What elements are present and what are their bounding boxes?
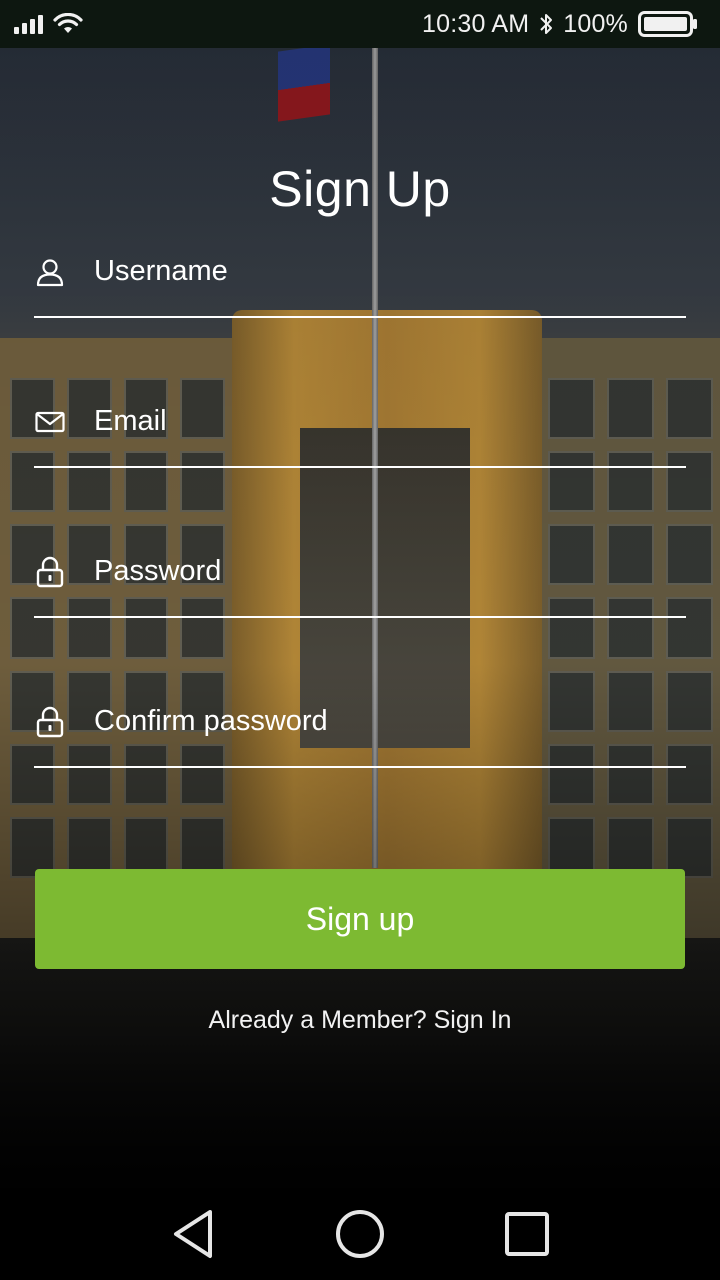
username-field: [34, 248, 686, 318]
status-left: [14, 13, 83, 35]
email-input[interactable]: [94, 398, 674, 444]
battery-icon: [638, 11, 697, 37]
status-bar: 10:30 AM 100%: [0, 0, 720, 48]
back-button[interactable]: [163, 1204, 223, 1264]
clock: 10:30 AM: [422, 9, 530, 38]
page-title: Sign Up: [269, 161, 451, 217]
confirm-password-field: [34, 698, 686, 768]
home-icon: [335, 1210, 384, 1258]
signup-form: Sign Up Username Email Sign up Already a…: [0, 48, 720, 1148]
back-icon: [174, 1210, 213, 1258]
user-icon: [34, 256, 66, 288]
password-input[interactable]: [94, 548, 674, 594]
recents-button[interactable]: [497, 1204, 557, 1264]
lock-icon: [34, 556, 66, 588]
mail-icon: [34, 406, 66, 438]
email-field: [34, 398, 686, 468]
password-field: [34, 548, 686, 618]
recents-icon: [504, 1212, 549, 1256]
wifi-icon: [53, 13, 83, 33]
lock-icon: [34, 706, 66, 738]
username-input[interactable]: [94, 248, 674, 294]
nav-bar: [0, 1188, 720, 1280]
bluetooth-icon: [540, 14, 553, 34]
status-right: 10:30 AM 100%: [422, 10, 698, 39]
signin-link[interactable]: Already a Member? Sign In: [0, 1006, 720, 1035]
signup-button[interactable]: Sign up: [35, 869, 685, 969]
confirm-password-input[interactable]: [94, 698, 674, 744]
signal-icon: [14, 14, 43, 34]
battery-percent: 100%: [563, 9, 628, 38]
home-button[interactable]: [330, 1204, 390, 1264]
